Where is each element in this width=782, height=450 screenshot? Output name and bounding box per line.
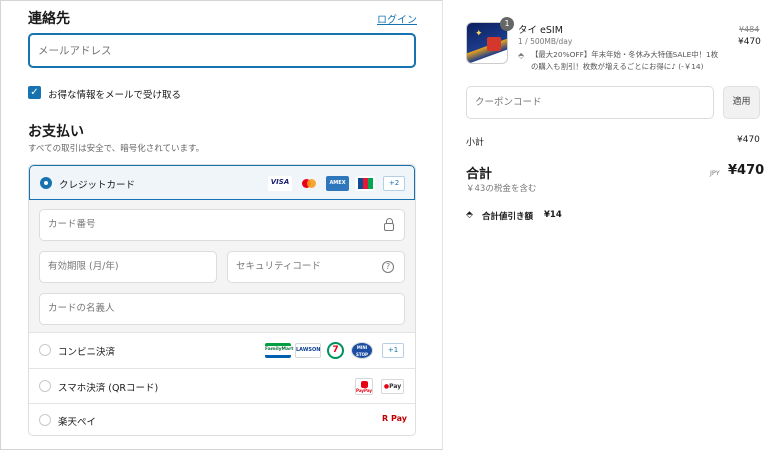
total-value: ¥470 [728,163,765,178]
credit-card-radio[interactable] [40,177,52,189]
paypay-icon: PayPay [355,378,373,395]
newsletter-checkbox[interactable]: ✓ [28,86,41,99]
lawson-icon: LAWSON [295,343,321,358]
merpay-label: Pay [389,383,402,390]
quantity-badge: 1 [500,17,514,31]
payment-option-konbini[interactable]: コンビニ決済 FamilyMart LAWSON 7 MINI STOP +1 [29,333,415,368]
security-code-field[interactable]: セキュリティコード ? [227,251,405,283]
discount-note-line1: 【最大20%OFF】年末年始・冬休み大特価SALE中！1枚 [531,50,719,59]
smartphone-label: スマホ決済 (QRコード) [58,383,159,394]
credit-card-label: クレジットカード [59,180,136,191]
visa-icon: VISA [268,176,292,191]
mastercard-icon [298,176,320,191]
more-konbini-badge: +1 [382,343,404,358]
familymart-icon: FamilyMart [265,343,293,358]
discount-tag-icon: ⬘ [518,51,525,60]
payment-option-credit-card[interactable]: クレジットカード VISA AMEX +2 [29,165,415,200]
ministop-icon: MINI STOP [351,342,373,359]
currency-code: JPY [710,169,720,177]
card-number-field[interactable]: カード番号 [39,209,405,241]
product-variant: 1 / 500MB/day [518,37,573,46]
expiry-placeholder: 有効期限 (月/年) [48,261,119,272]
payment-option-smartphone[interactable]: スマホ決済 (QRコード) PayPay ●Pay [29,369,415,403]
total-discount-label: 合計値引き額 [482,212,534,222]
payment-title: お支払い [28,124,84,140]
subtotal-label: 小計 [466,138,485,148]
payment-methods: クレジットカード VISA AMEX +2 カード番号 有効期限 (月/年) セ… [28,164,416,436]
rakuten-pay-icon: R Pay [382,414,407,423]
tax-note: ￥43の税金を含む [466,184,537,194]
coupon-input[interactable]: クーポンコード [466,86,714,119]
paypay-label: PayPay [356,388,373,393]
contact-title: 連絡先 [28,11,70,27]
checkout-form: 連絡先 ログイン ✓ お得な情報をメールで受け取る お支払い すべての取引は安全… [0,0,442,450]
card-number-placeholder: カード番号 [48,219,96,230]
credit-card-form: カード番号 有効期限 (月/年) セキュリティコード ? カードの名義人 [29,200,415,332]
apply-coupon-button[interactable]: 適用 [723,86,760,119]
total-discount-value: ¥14 [544,210,562,220]
konbini-label: コンビニ決済 [58,347,116,358]
rakuten-radio[interactable] [39,414,51,426]
card-name-field[interactable]: カードの名義人 [39,293,405,325]
merpay-icon: ●Pay [381,379,404,394]
product-name: タイ eSIM [518,25,563,36]
smartphone-radio[interactable] [39,380,51,392]
tag-icon: ⬘ [466,210,473,220]
email-input[interactable] [28,33,416,68]
expiry-field[interactable]: 有効期限 (月/年) [39,251,217,283]
more-cards-badge: +2 [383,176,405,191]
lock-icon [384,218,394,231]
security-code-placeholder: セキュリティコード [236,261,321,272]
original-price: ¥484 [739,25,760,34]
total-label: 合計 [466,167,493,182]
payment-option-rakuten[interactable]: 楽天ペイ R Pay [29,404,415,435]
card-name-placeholder: カードの名義人 [48,303,115,314]
help-icon[interactable]: ? [382,261,394,273]
item-price: ¥470 [738,37,761,47]
payment-subtitle: すべての取引は安全で、暗号化されています。 [28,144,205,154]
rakuten-label: 楽天ペイ [58,417,97,428]
seven-eleven-icon: 7 [327,342,344,359]
amex-icon: AMEX [326,176,349,191]
jcb-icon [355,176,375,191]
konbini-radio[interactable] [39,344,51,356]
subtotal-value: ¥470 [737,135,760,145]
login-link[interactable]: ログイン [377,11,417,26]
discount-note-line2: の購入も割引！枚数が増えるごとにお得に♪ (-￥14) [531,62,704,71]
newsletter-label: お得な情報をメールで受け取る [48,90,182,101]
